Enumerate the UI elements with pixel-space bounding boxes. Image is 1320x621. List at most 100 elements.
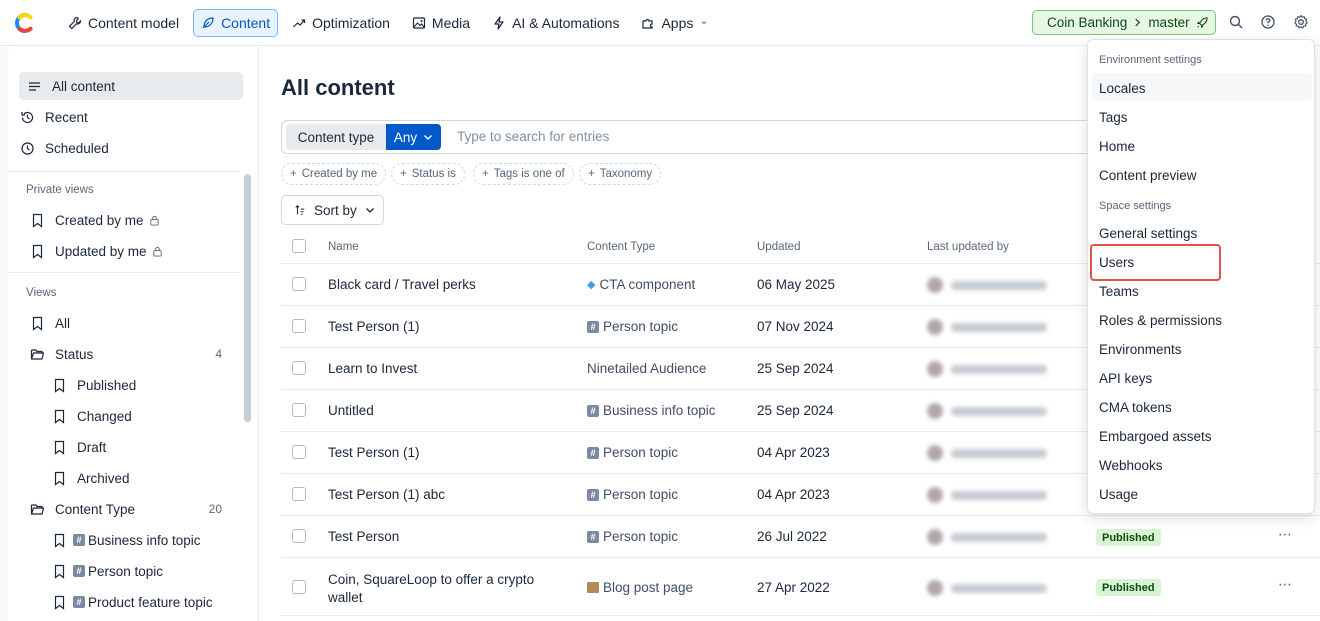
sidebar-item-published[interactable]: Published bbox=[52, 371, 136, 399]
search-icon[interactable] bbox=[1228, 14, 1244, 30]
menu-item-embargoed-assets[interactable]: Embargoed assets bbox=[1099, 429, 1212, 444]
entry-name[interactable]: Test Person (1) bbox=[328, 319, 420, 334]
sidebar-item-recent[interactable]: Recent bbox=[20, 103, 88, 131]
nav-optimization[interactable]: Optimization bbox=[284, 9, 398, 37]
entry-name[interactable]: Learn to Invest bbox=[328, 361, 417, 376]
content-type-filter-label[interactable]: Content type bbox=[286, 124, 386, 150]
sidebar-item-label: Recent bbox=[45, 109, 88, 125]
chevron-down-icon bbox=[365, 208, 374, 213]
menu-item-api-keys[interactable]: API keys bbox=[1099, 371, 1152, 386]
column-content-type[interactable]: Content Type bbox=[587, 241, 655, 253]
entry-name[interactable]: Test Person (1) bbox=[328, 445, 420, 460]
search-input[interactable]: Type to search for entries bbox=[457, 129, 609, 144]
sidebar-folder-status[interactable]: Status bbox=[30, 340, 93, 368]
menu-item-general-settings[interactable]: General settings bbox=[1099, 226, 1197, 241]
sidebar-item-archived[interactable]: Archived bbox=[52, 464, 130, 492]
hash-icon: # bbox=[587, 404, 599, 417]
row-checkbox[interactable] bbox=[292, 319, 306, 333]
contentful-logo-icon[interactable] bbox=[14, 12, 36, 34]
menu-item-tags[interactable]: Tags bbox=[1099, 110, 1128, 125]
nav-content[interactable]: Content bbox=[193, 9, 279, 37]
column-name[interactable]: Name bbox=[328, 241, 359, 253]
filter-chip-created-by-me[interactable]: + Created by me bbox=[281, 163, 387, 185]
sidebar-item-all[interactable]: All bbox=[30, 309, 70, 337]
entry-name[interactable]: Test Person (1) abc bbox=[328, 487, 445, 502]
entry-updated: 07 Nov 2024 bbox=[757, 319, 834, 334]
row-checkbox[interactable] bbox=[292, 403, 306, 417]
sidebar-item-created-by-me[interactable]: Created by me bbox=[30, 206, 160, 234]
hash-icon: # bbox=[587, 320, 599, 333]
help-icon[interactable] bbox=[1260, 14, 1276, 30]
avatar bbox=[927, 445, 943, 461]
bookmark-icon bbox=[54, 471, 65, 486]
entry-name[interactable]: Black card / Travel perks bbox=[328, 277, 476, 292]
menu-item-content-preview[interactable]: Content preview bbox=[1099, 168, 1197, 183]
sidebar-item-updated-by-me[interactable]: Updated by me bbox=[30, 237, 163, 265]
sort-by-button[interactable]: Sort by bbox=[281, 195, 384, 225]
sidebar-item-scheduled[interactable]: Scheduled bbox=[20, 134, 109, 162]
select-all-checkbox[interactable] bbox=[292, 239, 306, 253]
sidebar: All content Recent Scheduled Private vie… bbox=[0, 47, 259, 621]
menu-item-webhooks[interactable]: Webhooks bbox=[1099, 458, 1163, 473]
sidebar-scrollbar[interactable] bbox=[244, 174, 251, 422]
nav-ai-automations[interactable]: AI & Automations bbox=[484, 9, 627, 37]
nav-media-label: Media bbox=[431, 15, 471, 31]
table-row[interactable]: Coin, SquareLoop to offer a crypto walle… bbox=[281, 558, 1320, 616]
bookmark-icon bbox=[54, 595, 65, 610]
lock-icon bbox=[149, 215, 159, 226]
nav-media[interactable]: Media bbox=[404, 9, 478, 37]
filter-chip-taxonomy[interactable]: + Taxonomy bbox=[579, 163, 662, 185]
sidebar-item-changed[interactable]: Changed bbox=[52, 402, 132, 430]
row-checkbox[interactable] bbox=[292, 487, 306, 501]
sidebar-item-person-topic[interactable]: # Person topic bbox=[52, 557, 163, 585]
sidebar-item-all-content[interactable]: All content bbox=[19, 72, 243, 100]
menu-item-environments[interactable]: Environments bbox=[1099, 342, 1182, 357]
menu-item-locales[interactable]: Locales bbox=[1099, 81, 1146, 96]
more-actions-icon[interactable]: ⋯ bbox=[1278, 576, 1293, 593]
row-checkbox[interactable] bbox=[292, 277, 306, 291]
sidebar-item-draft[interactable]: Draft bbox=[52, 433, 106, 461]
sidebar-divider bbox=[8, 272, 240, 273]
menu-item-usage[interactable]: Usage bbox=[1099, 487, 1138, 502]
entry-name[interactable]: Test Person bbox=[328, 529, 399, 544]
more-actions-icon[interactable]: ⋯ bbox=[1278, 526, 1293, 543]
entry-name[interactable]: Coin, SquareLoop to offer a crypto walle… bbox=[328, 571, 548, 607]
lock-icon bbox=[152, 246, 162, 257]
column-updated[interactable]: Updated bbox=[757, 241, 800, 253]
sidebar-item-label: All bbox=[55, 315, 71, 331]
filter-chip-tags[interactable]: + Tags is one of bbox=[473, 163, 574, 185]
image-icon bbox=[412, 17, 426, 29]
folder-open-icon bbox=[30, 348, 45, 360]
hash-icon: # bbox=[587, 530, 599, 543]
plus-icon: + bbox=[588, 168, 595, 180]
entry-updated: 04 Apr 2023 bbox=[757, 445, 830, 460]
row-checkbox[interactable] bbox=[292, 361, 306, 375]
filter-chip-status[interactable]: + Status is bbox=[391, 163, 465, 185]
sidebar-folder-content-type[interactable]: Content Type bbox=[30, 495, 135, 523]
column-last-updated-by[interactable]: Last updated by bbox=[927, 241, 1009, 253]
menu-item-teams[interactable]: Teams bbox=[1099, 284, 1139, 299]
table-row[interactable]: Test Person # Person topic 26 Jul 2022 Pu… bbox=[281, 516, 1320, 558]
row-checkbox[interactable] bbox=[292, 580, 306, 594]
environment-switcher[interactable]: Coin Banking master bbox=[1032, 10, 1216, 35]
updated-by-user-blurred bbox=[927, 487, 1047, 503]
filter-chip-label: Taxonomy bbox=[599, 168, 653, 180]
nav-apps[interactable]: Apps bbox=[633, 9, 717, 37]
menu-item-home[interactable]: Home bbox=[1099, 139, 1135, 154]
entry-content-type: # Person topic bbox=[587, 487, 678, 502]
sidebar-item-business-info-topic[interactable]: # Business info topic bbox=[52, 526, 201, 554]
sidebar-item-label: Business info topic bbox=[88, 532, 201, 548]
nav-content-model[interactable]: Content model bbox=[60, 9, 187, 37]
sidebar-item-label: Created by me bbox=[55, 212, 144, 228]
sidebar-item-label: Product feature topic bbox=[88, 594, 213, 610]
entry-name[interactable]: Untitled bbox=[328, 403, 374, 418]
row-checkbox[interactable] bbox=[292, 445, 306, 459]
views-header: Views bbox=[26, 287, 57, 299]
sidebar-item-product-feature-topic[interactable]: # Product feature topic bbox=[52, 588, 213, 616]
menu-item-cma-tokens[interactable]: CMA tokens bbox=[1099, 400, 1172, 415]
menu-item-roles-permissions[interactable]: Roles & permissions bbox=[1099, 313, 1222, 328]
gear-icon[interactable] bbox=[1293, 14, 1309, 30]
entry-content-type: ◆ CTA component bbox=[587, 277, 695, 292]
row-checkbox[interactable] bbox=[292, 529, 306, 543]
content-type-any-dropdown[interactable]: Any bbox=[386, 124, 441, 150]
